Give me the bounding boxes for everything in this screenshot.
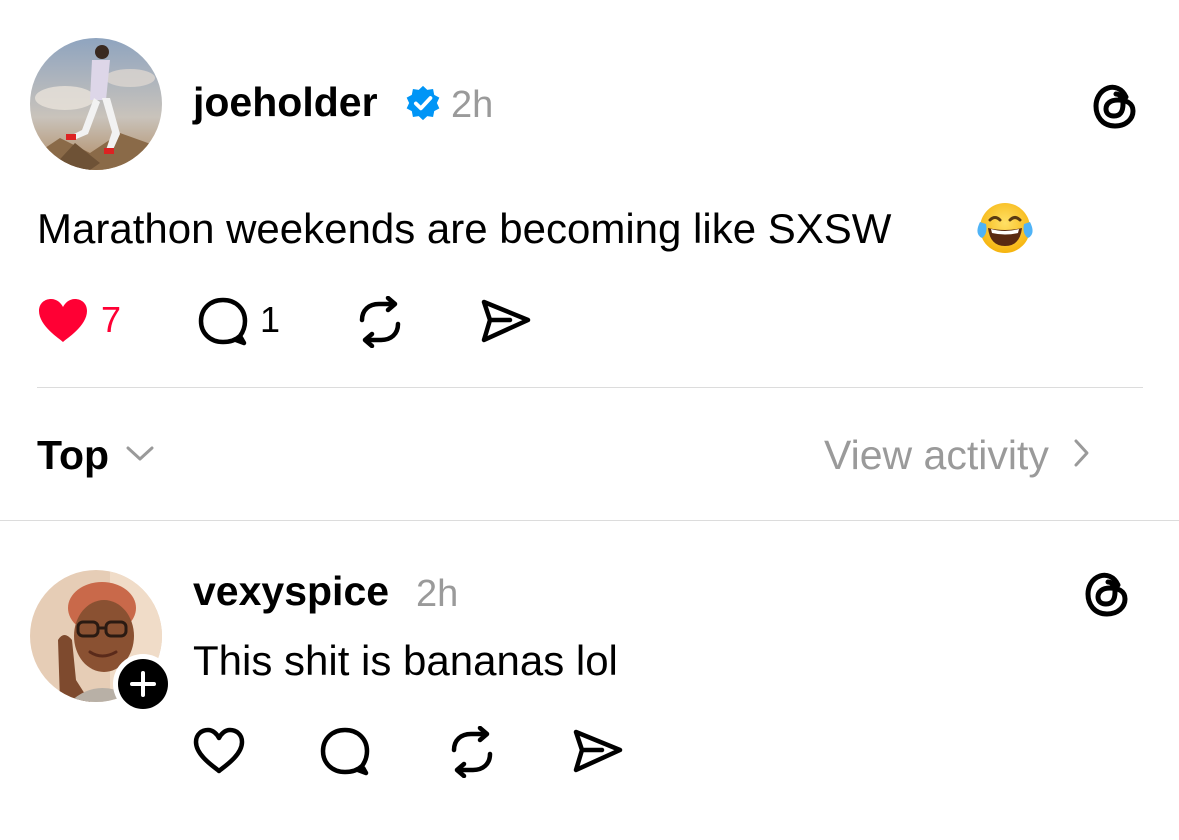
comment-icon xyxy=(320,727,370,776)
follow-button[interactable] xyxy=(113,654,173,714)
chevron-right-icon xyxy=(1071,437,1091,474)
reply-text: This shit is bananas lol xyxy=(193,637,618,684)
sort-label: Top xyxy=(37,431,110,478)
heart-icon xyxy=(193,727,245,774)
repost-button[interactable] xyxy=(352,296,408,348)
avatar[interactable] xyxy=(30,38,162,170)
reply-like-button[interactable] xyxy=(192,726,248,778)
heart-icon xyxy=(39,299,87,342)
repost-icon xyxy=(451,726,493,778)
view-activity-link[interactable]: View activity xyxy=(824,433,1091,477)
reply-username[interactable]: vexyspice xyxy=(193,571,389,612)
reply-comment-button[interactable] xyxy=(318,726,374,778)
plus-icon xyxy=(130,671,156,697)
reply-threads-logo-icon[interactable] xyxy=(1084,570,1130,618)
tears-of-joy-emoji xyxy=(976,200,1034,256)
repost-icon xyxy=(359,296,401,348)
like-count: 7 xyxy=(101,299,122,340)
share-button[interactable] xyxy=(478,296,534,348)
reply-share-button[interactable] xyxy=(570,726,626,778)
send-icon xyxy=(573,729,623,773)
view-activity-label: View activity xyxy=(824,431,1049,478)
like-button[interactable] xyxy=(36,296,92,346)
comment-icon xyxy=(198,297,248,346)
post-text: Marathon weekends are becoming like SXSW xyxy=(37,205,892,252)
post-text-row: Marathon weekends are becoming like SXSW xyxy=(37,208,891,256)
send-icon xyxy=(481,299,531,343)
post-timestamp: 2h xyxy=(451,84,494,126)
post-divider xyxy=(37,387,1143,388)
section-divider xyxy=(0,520,1179,521)
reply-timestamp: 2h xyxy=(416,573,459,615)
verified-badge-icon xyxy=(404,84,442,122)
post-username[interactable]: joeholder xyxy=(193,82,378,123)
sort-dropdown[interactable]: Top xyxy=(37,433,155,477)
thread-view: joeholder 2h Marathon weekends are becom… xyxy=(0,0,1179,840)
threads-logo-icon[interactable] xyxy=(1092,82,1138,130)
reply-repost-button[interactable] xyxy=(444,726,500,778)
chevron-down-icon xyxy=(125,443,155,468)
reply-count: 1 xyxy=(260,299,281,340)
reply-button[interactable] xyxy=(196,296,252,348)
